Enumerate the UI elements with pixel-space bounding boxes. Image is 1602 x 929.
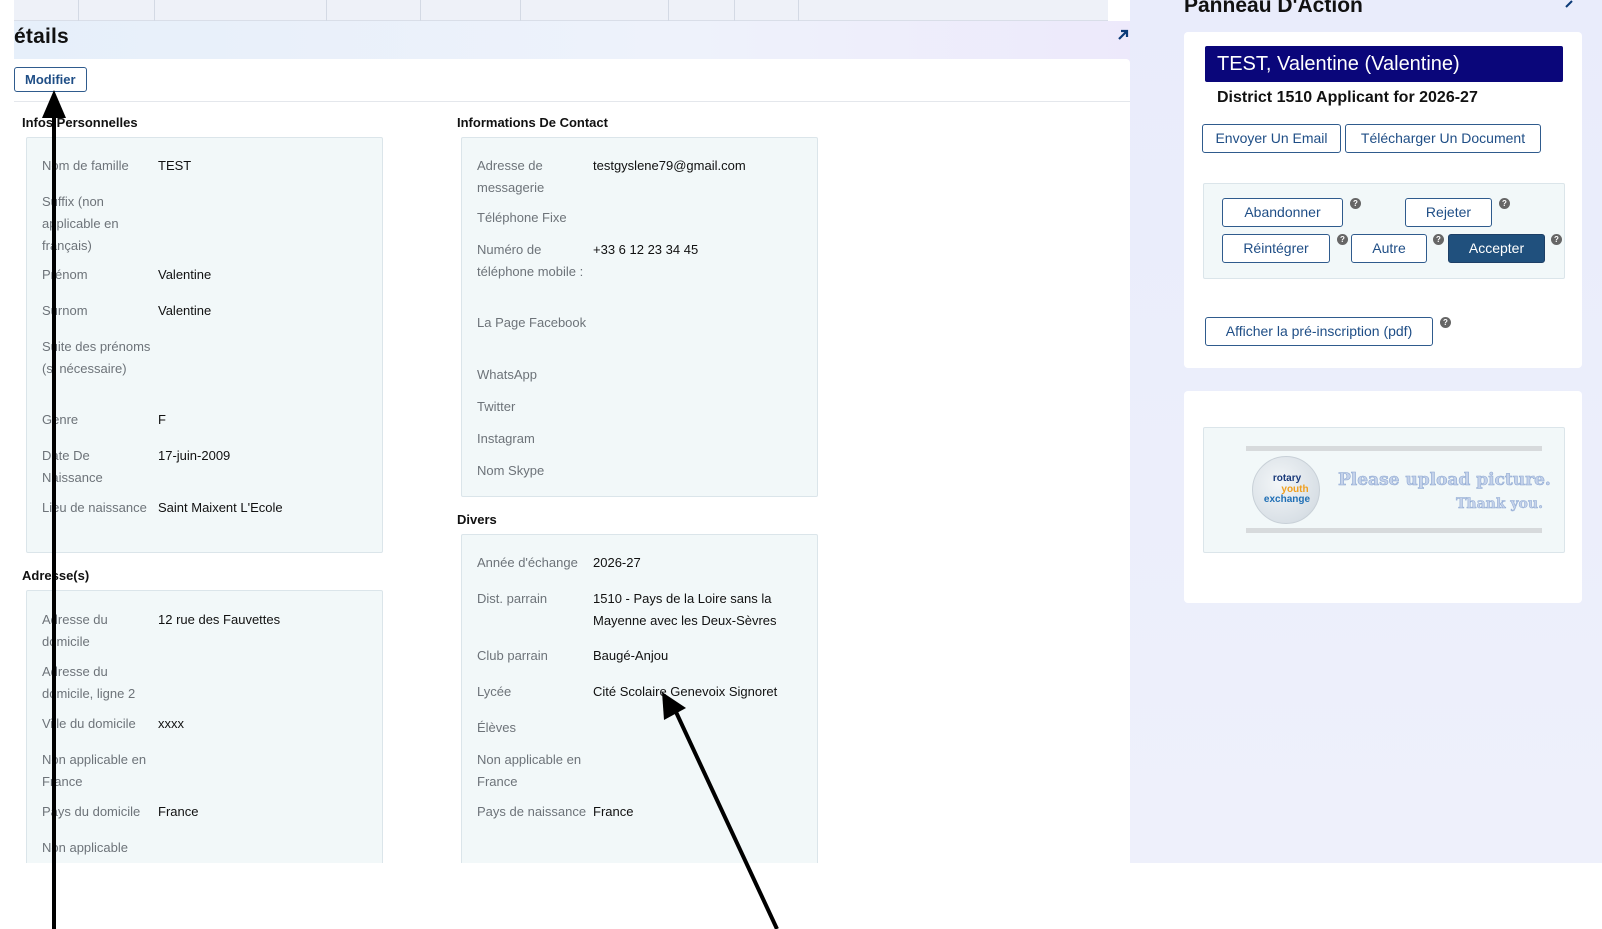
- personal-fields-box: Nom de famille TEST Suffix (non applicab…: [26, 137, 383, 553]
- field-label: Non applicable en France: [477, 752, 582, 789]
- field-label: Dist. parrain: [477, 591, 548, 606]
- field-label: Prénom: [42, 267, 88, 282]
- field-value: F: [158, 412, 166, 427]
- misc-fields-box: Année d'échange 2026-27 Dist. parrain 15…: [461, 534, 818, 863]
- tab-divider: [78, 0, 79, 21]
- field-label: Twitter: [477, 399, 516, 414]
- field-label: Date De Naissance: [42, 448, 103, 485]
- help-icon[interactable]: ?: [1433, 234, 1444, 245]
- field-label: Nom Skype: [477, 463, 545, 478]
- field-label: Suite des prénoms (si nécessaire): [42, 339, 151, 376]
- applicant-name-banner: TEST, Valentine (Valentine): [1205, 46, 1563, 82]
- field-label: Club parrain: [477, 648, 548, 663]
- field-value: xxxx: [158, 716, 184, 731]
- help-icon[interactable]: ?: [1499, 198, 1510, 209]
- field-value: Baugé-Anjou: [593, 648, 669, 663]
- field-label: Adresse du domicile: [42, 612, 108, 649]
- abandon-button[interactable]: Abandonner: [1222, 198, 1343, 227]
- details-panel: étails Modifier Infos Personnelles Nom d…: [14, 21, 1130, 863]
- field-label: Pays du domicile: [42, 804, 141, 819]
- applicant-subtitle: District 1510 Applicant for 2026-27: [1217, 89, 1478, 106]
- action-card: TEST, Valentine (Valentine) District 151…: [1184, 32, 1582, 368]
- upload-picture-text: Please upload picture.: [1338, 470, 1551, 491]
- field-value: 2026-27: [593, 555, 641, 570]
- rotary-youth-exchange-logo: rotary youth exchange: [1252, 456, 1320, 524]
- field-value: 12 rue des Fauvettes: [158, 612, 281, 627]
- field-value: testgyslene79@gmail.com: [593, 158, 746, 173]
- collapse-arrow-icon: [1565, 0, 1573, 8]
- field-label: Non applicable: [42, 840, 129, 855]
- field-label: WhatsApp: [477, 367, 537, 382]
- tab-divider: [154, 0, 155, 21]
- details-title: étails: [14, 25, 69, 48]
- field-label: Surnom: [42, 303, 88, 318]
- field-value: Valentine: [158, 303, 212, 318]
- photo-border-line: [1246, 528, 1542, 533]
- tab-divider: [668, 0, 669, 21]
- field-label: Genre: [42, 412, 79, 427]
- tab-divider: [734, 0, 735, 21]
- logo-text: rotary: [1272, 473, 1302, 484]
- action-panel-title: Panneau D'Action: [1184, 0, 1363, 17]
- help-icon[interactable]: ?: [1551, 234, 1562, 245]
- tab-divider: [798, 0, 799, 21]
- field-label: Pays de naissance: [477, 804, 587, 819]
- edit-button[interactable]: Modifier: [14, 67, 87, 92]
- divider: [14, 101, 1130, 102]
- details-card: Modifier Infos Personnelles Nom de famil…: [14, 59, 1130, 863]
- tab-divider: [520, 0, 521, 21]
- expand-arrow-icon: [1118, 29, 1129, 40]
- tab-divider: [326, 0, 327, 21]
- collapse-icon[interactable]: [1564, 0, 1574, 12]
- field-label: Année d'échange: [477, 555, 578, 570]
- contact-fields-box: Adresse de messagerie testgyslene79@gmai…: [461, 137, 818, 497]
- field-label: Numéro de téléphone mobile :: [477, 242, 584, 279]
- address-fields-box: Adresse du domicile 12 rue des Fauvettes…: [26, 590, 383, 863]
- help-icon[interactable]: ?: [1350, 198, 1361, 209]
- field-label: Nom de famille: [42, 158, 129, 173]
- address-section-title: Adresse(s): [22, 568, 90, 583]
- other-button[interactable]: Autre: [1351, 234, 1427, 263]
- help-icon[interactable]: ?: [1337, 234, 1348, 245]
- personal-section-title: Infos Personnelles: [22, 115, 138, 130]
- field-value: 17-juin-2009: [158, 448, 231, 463]
- contact-section-title: Informations De Contact: [457, 115, 608, 130]
- field-value: 1510 - Pays de la Loire sans la Mayenne …: [593, 591, 777, 628]
- misc-section-title: Divers: [457, 512, 497, 527]
- reject-button[interactable]: Rejeter: [1405, 198, 1492, 227]
- field-value: France: [593, 804, 634, 819]
- field-label: Lieu de naissance: [42, 500, 147, 515]
- tab-divider: [420, 0, 421, 21]
- field-label: La Page Facebook: [477, 315, 587, 330]
- field-label: Non applicable en France: [42, 752, 147, 789]
- field-label: Lycée: [477, 684, 512, 699]
- field-value: France: [158, 804, 199, 819]
- status-actions-box: Abandonner ? Rejeter ? Réintégrer ? Autr…: [1203, 183, 1565, 279]
- field-value: Cité Scolaire Genevoix Signoret: [593, 684, 778, 699]
- show-preregistration-pdf-button[interactable]: Afficher la pré-inscription (pdf): [1205, 317, 1433, 346]
- field-label: Instagram: [477, 431, 535, 446]
- field-value: +33 6 12 23 34 45: [593, 242, 699, 257]
- field-label: Téléphone Fixe: [477, 210, 567, 225]
- upload-document-button[interactable]: Télécharger Un Document: [1345, 124, 1541, 153]
- thank-you-text: Thank you.: [1456, 496, 1543, 513]
- photo-border-line: [1246, 446, 1542, 451]
- photo-card: rotary youth exchange Please upload pict…: [1184, 391, 1582, 603]
- tab-strip: [14, 0, 1108, 21]
- reinstate-button[interactable]: Réintégrer: [1222, 234, 1330, 263]
- logo-text: exchange: [1263, 494, 1311, 505]
- help-icon[interactable]: ?: [1440, 317, 1451, 328]
- field-value: Valentine: [158, 267, 212, 282]
- field-label: Ville du domicile: [42, 716, 136, 731]
- field-label: Adresse de messagerie: [477, 158, 545, 195]
- accept-button[interactable]: Accepter: [1448, 234, 1545, 263]
- send-email-button[interactable]: Envoyer Un Email: [1202, 124, 1341, 153]
- field-value: Saint Maixent L'Ecole: [158, 500, 283, 515]
- field-label: Suffix (non applicable en français): [42, 194, 119, 253]
- photo-placeholder[interactable]: rotary youth exchange Please upload pict…: [1203, 427, 1565, 553]
- field-label: Adresse du domicile, ligne 2: [42, 664, 136, 701]
- field-value: TEST: [158, 158, 192, 173]
- field-label: Élèves: [477, 720, 517, 735]
